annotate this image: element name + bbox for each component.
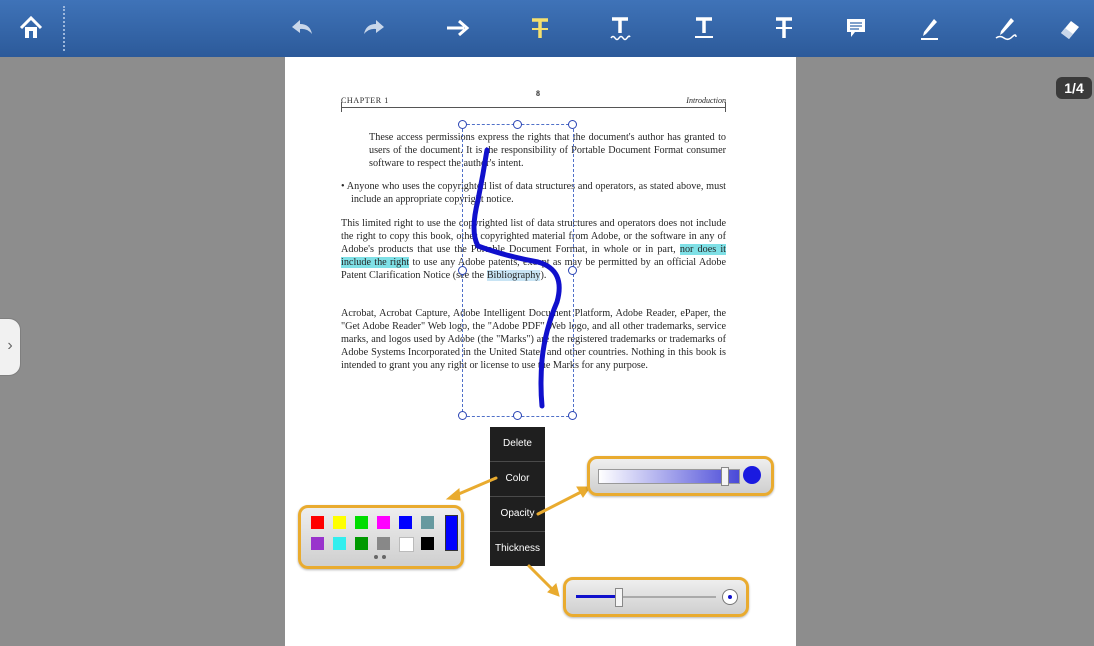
- thickness-preview: [722, 589, 738, 605]
- opacity-gradient-track[interactable]: [598, 469, 740, 484]
- color-swatch[interactable]: [377, 537, 390, 550]
- thickness-slider-popup: [563, 577, 749, 617]
- opacity-slider-popup: [587, 456, 774, 496]
- color-swatch[interactable]: [399, 537, 414, 552]
- thickness-slider-thumb[interactable]: [615, 588, 623, 607]
- color-swatch[interactable]: [421, 516, 434, 529]
- color-swatch[interactable]: [355, 516, 368, 529]
- color-swatch[interactable]: [399, 516, 412, 529]
- thickness-preview-dot: [728, 595, 732, 599]
- color-swatch[interactable]: [355, 537, 368, 550]
- color-swatch[interactable]: [311, 516, 324, 529]
- palette-page-dot[interactable]: [382, 555, 386, 559]
- callout-arrow-opacity: [536, 489, 585, 516]
- opacity-preview-dot: [743, 466, 761, 484]
- color-palette-popup: [298, 505, 464, 569]
- color-swatch[interactable]: [333, 537, 346, 550]
- color-swatch[interactable]: [333, 516, 346, 529]
- color-swatch[interactable]: [421, 537, 434, 550]
- opacity-slider-thumb[interactable]: [721, 467, 729, 486]
- callout-arrow-color: [452, 476, 498, 498]
- callout-arrowhead: [445, 488, 461, 501]
- color-swatch[interactable]: [311, 537, 324, 550]
- palette-page-dot[interactable]: [374, 555, 378, 559]
- callout-arrows: [445, 476, 591, 597]
- selected-color-preview: [445, 515, 458, 551]
- callout-arrow-thickness: [527, 564, 556, 593]
- color-swatch[interactable]: [377, 516, 390, 529]
- thickness-track-fill: [576, 595, 618, 598]
